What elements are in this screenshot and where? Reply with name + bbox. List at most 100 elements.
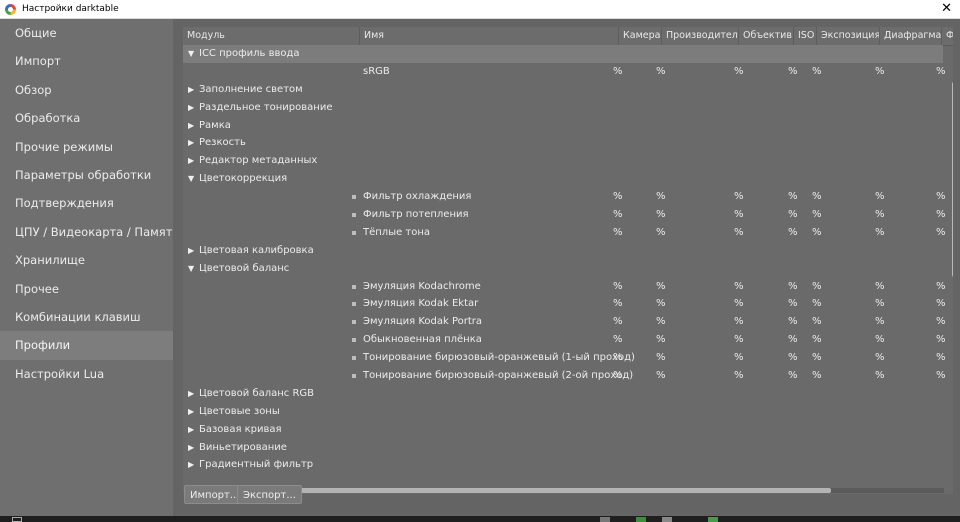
sidebar-item[interactable]: Хранилище [0, 246, 173, 274]
export-button[interactable]: Экспорт... [237, 485, 302, 504]
column-header[interactable]: Объектив [738, 27, 793, 45]
wildcard-cell: % [734, 298, 744, 310]
module-group-row[interactable]: ▶ Заполнение светом [183, 81, 943, 99]
module-group-row[interactable]: ▶ Редактор метаданных [183, 152, 943, 170]
module-name: Резкость [199, 137, 246, 149]
sidebar-item[interactable]: Обработка [0, 104, 173, 132]
preset-row[interactable]: Тёплые тона%%%%%%% [183, 224, 946, 242]
preset-row[interactable]: Эмуляция Kodachrome%%%%%%% [183, 278, 946, 296]
collapsed-arrow-icon[interactable]: ▶ [188, 134, 194, 152]
module-group-row[interactable]: ▶ Градиентный фильтр [183, 456, 943, 474]
wildcard-cell: % [734, 226, 744, 238]
collapsed-arrow-icon[interactable]: ▶ [188, 81, 194, 99]
wildcard-cell: % [656, 280, 666, 292]
wildcard-cell: % [936, 65, 946, 77]
module-group-row[interactable]: ▶ Виньетирование [183, 439, 943, 457]
preset-row[interactable]: sRGB%%%%%%% [183, 63, 946, 81]
sidebar-item[interactable]: Прочие режимы [0, 133, 173, 161]
preset-row[interactable]: Фильтр охлаждения%%%%%%% [183, 188, 946, 206]
column-header[interactable]: Ф [941, 27, 953, 45]
module-group-row[interactable]: ▶ Базовая кривая [183, 421, 943, 439]
tray-icon[interactable] [636, 517, 646, 522]
vertical-scrollbar[interactable] [952, 82, 953, 277]
tray-icon[interactable] [600, 517, 610, 522]
expanded-arrow-icon[interactable]: ▼ [188, 170, 194, 188]
collapsed-arrow-icon[interactable]: ▶ [188, 456, 194, 474]
sidebar-item[interactable]: Подтверждения [0, 189, 173, 217]
collapsed-arrow-icon[interactable]: ▶ [188, 385, 194, 403]
taskbar-app-icon[interactable] [12, 517, 22, 522]
collapsed-arrow-icon[interactable]: ▶ [188, 403, 194, 421]
wildcard-cell: % [875, 280, 885, 292]
close-button[interactable]: ✕ [941, 1, 952, 17]
preset-row[interactable]: Тонирование бирюзовый-оранжевый (2-ой пр… [183, 367, 946, 385]
sidebar-item[interactable]: Параметры обработки [0, 161, 173, 189]
wildcard-cell: % [656, 191, 666, 203]
wildcard-cell: % [734, 191, 744, 203]
preset-name: Тонирование бирюзовый-оранжевый (1-ый пр… [363, 352, 635, 364]
wildcard-cell: % [613, 65, 623, 77]
wildcard-cell: % [936, 226, 946, 238]
sidebar-item[interactable]: Импорт [0, 47, 173, 75]
module-group-row[interactable]: ▼ ICC профиль ввода [183, 45, 943, 63]
tray-icon[interactable] [708, 517, 718, 522]
sidebar-item[interactable]: Обзор [0, 76, 173, 104]
module-group-row[interactable]: ▶ Резкость [183, 134, 943, 152]
collapsed-arrow-icon[interactable]: ▶ [188, 117, 194, 135]
module-group-row[interactable]: ▼ Цветокоррекция [183, 170, 943, 188]
sidebar-item[interactable]: Прочее [0, 275, 173, 303]
wildcard-cell: % [656, 298, 666, 310]
expanded-arrow-icon[interactable]: ▼ [188, 45, 194, 63]
column-header[interactable]: Производитель [661, 27, 738, 45]
preset-row[interactable]: Эмуляция Kodak Portra%%%%%%% [183, 313, 946, 331]
sidebar-item[interactable]: ЦПУ / Видеокарта / Память [0, 218, 179, 246]
wildcard-cell: % [936, 280, 946, 292]
wildcard-cell: % [656, 352, 666, 364]
wildcard-cell: % [812, 352, 822, 364]
preset-name: Фильтр потепления [363, 209, 469, 221]
preset-row[interactable]: Фильтр потепления%%%%%%% [183, 206, 946, 224]
module-group-row[interactable]: ▶ Рамка [183, 117, 943, 135]
column-header[interactable]: Камера [618, 27, 661, 45]
preset-name: Тонирование бирюзовый-оранжевый (2-ой пр… [363, 370, 634, 382]
collapsed-arrow-icon[interactable]: ▶ [188, 99, 194, 117]
sidebar-item[interactable]: Комбинации клавиш [0, 303, 173, 331]
collapsed-arrow-icon[interactable]: ▶ [188, 152, 194, 170]
module-group-row[interactable]: ▶ Цветовая калибровка [183, 242, 943, 260]
tray-icon[interactable] [662, 517, 672, 522]
module-group-row[interactable]: ▶ Цветовой баланс RGB [183, 385, 943, 403]
module-name: Виньетирование [199, 441, 287, 453]
wildcard-cell: % [788, 370, 798, 382]
title-bar: Настройки darktable ✕ [0, 0, 960, 19]
bullet-icon [352, 195, 356, 200]
module-group-row[interactable]: ▼ Цветовой баланс [183, 260, 943, 278]
preset-row[interactable]: Обыкновенная плёнка%%%%%%% [183, 331, 946, 349]
collapsed-arrow-icon[interactable]: ▶ [188, 439, 194, 457]
wildcard-cell: % [875, 316, 885, 328]
wildcard-cell: % [788, 191, 798, 203]
preset-name: Тёплые тона [363, 226, 431, 238]
sidebar-item[interactable]: Профили [0, 331, 173, 360]
wildcard-cell: % [734, 334, 744, 346]
module-group-row[interactable]: ▶ Цветовые зоны [183, 403, 943, 421]
preset-row[interactable]: Тонирование бирюзовый-оранжевый (1-ый пр… [183, 349, 946, 367]
sidebar-item[interactable]: Настройки Lua [0, 360, 173, 388]
table-header: Модуль Имя Камера Производитель Объектив ISO Э… [183, 27, 953, 46]
preset-row[interactable]: Эмуляция Kodak Ektar%%%%%%% [183, 295, 946, 313]
wildcard-cell: % [812, 334, 822, 346]
column-header[interactable]: Экспозиция [816, 27, 879, 45]
wildcard-cell: % [613, 298, 623, 310]
preset-name: Эмуляция Kodak Ektar [363, 298, 479, 310]
module-group-row[interactable]: ▶ Раздельное тонирование [183, 99, 943, 117]
collapsed-arrow-icon[interactable]: ▶ [188, 242, 194, 260]
sidebar-item[interactable]: Общие [0, 19, 173, 47]
collapsed-arrow-icon[interactable]: ▶ [188, 421, 194, 439]
wildcard-cell: % [734, 370, 744, 382]
column-header[interactable]: ISO [793, 27, 816, 45]
expanded-arrow-icon[interactable]: ▼ [188, 260, 194, 278]
column-header[interactable]: Модуль [183, 27, 359, 45]
column-header[interactable]: Имя [359, 27, 618, 45]
bullet-icon [352, 320, 356, 325]
column-header[interactable]: Диафрагма [879, 27, 941, 45]
wildcard-cell: % [936, 352, 946, 364]
